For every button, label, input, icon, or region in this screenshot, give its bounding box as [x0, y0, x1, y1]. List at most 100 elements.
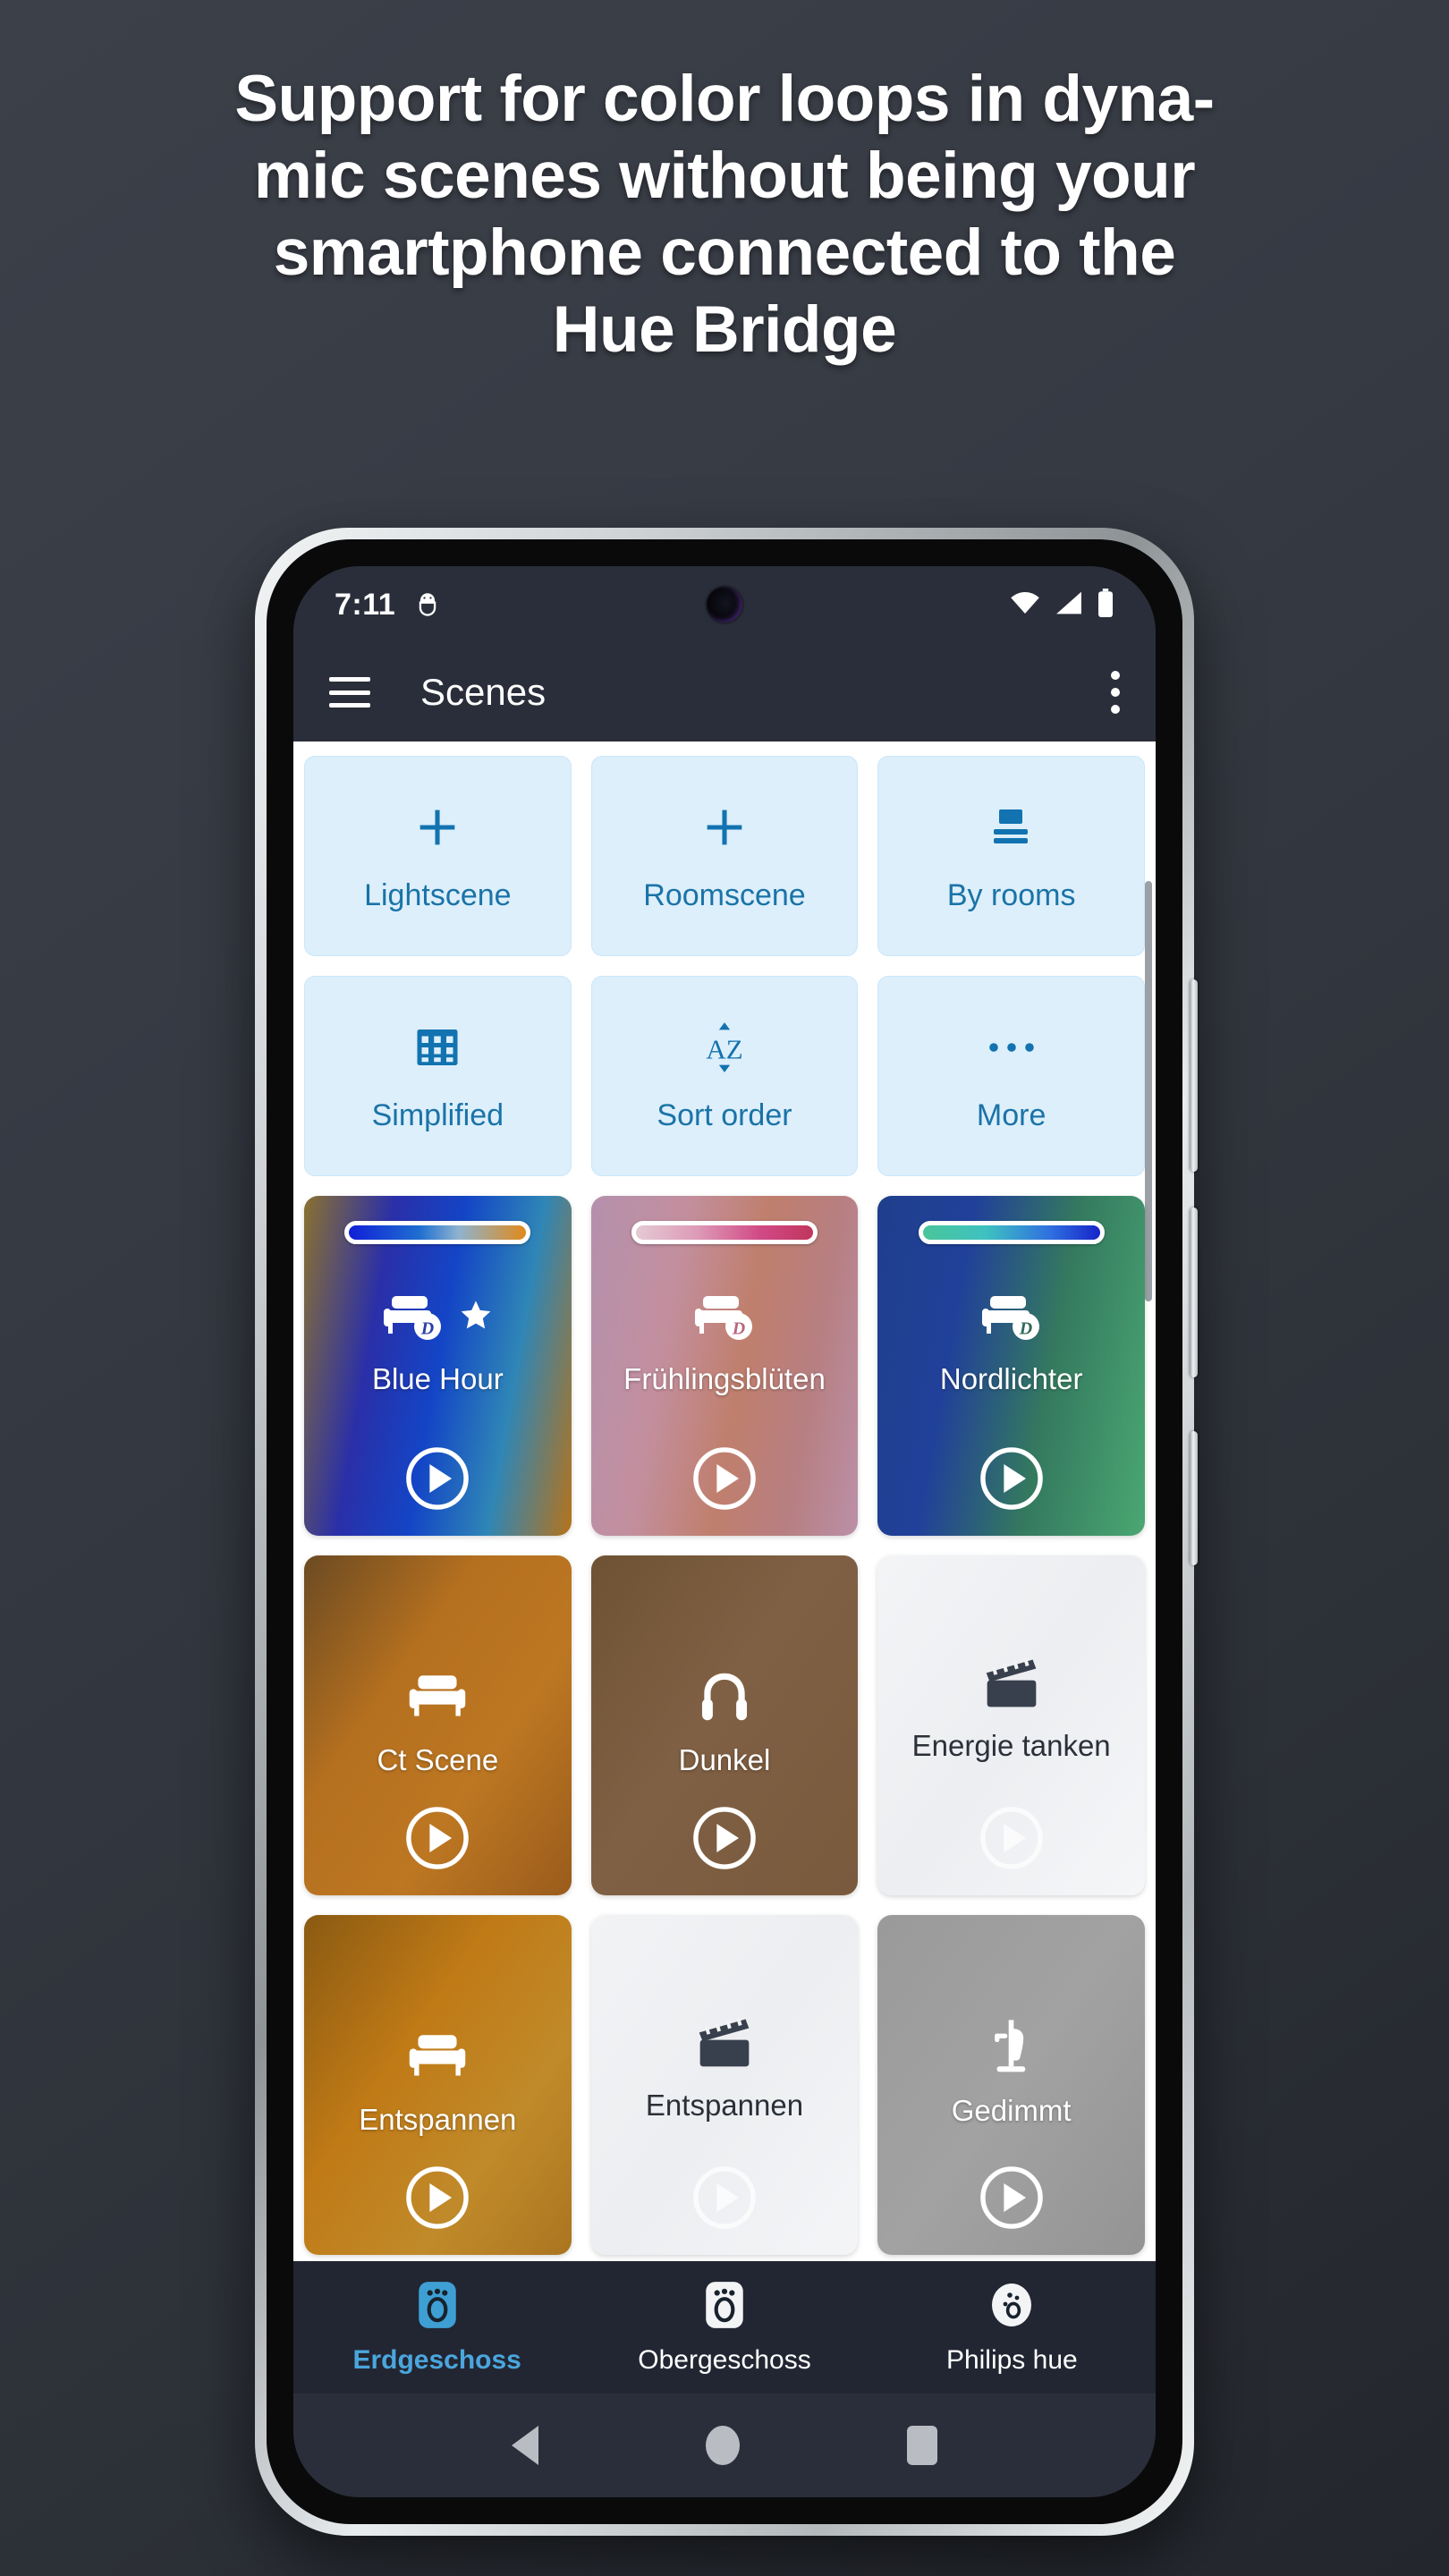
scene-icon-row	[986, 2017, 1038, 2081]
star-icon	[458, 1298, 494, 1338]
action-tile-by-rooms[interactable]: By rooms	[877, 756, 1145, 956]
svg-text:D: D	[420, 1318, 434, 1338]
scene-name: Frühlingsblüten	[623, 1362, 826, 1395]
cellular-signal-icon	[1054, 590, 1084, 620]
action-tile-label: Lightscene	[364, 877, 512, 912]
action-tile-lightscene[interactable]: Lightscene	[304, 756, 572, 956]
action-tiles-row-2: Simplified AZ Sort order More	[304, 976, 1145, 1176]
recents-square-icon[interactable]	[907, 2426, 938, 2465]
phone-bezel: 7:11 Scenes Lightscene Roomscene By room…	[267, 539, 1182, 2524]
scene-name: Dunkel	[678, 1743, 771, 1776]
scene-name: Nordlichter	[939, 1362, 1083, 1395]
more-dots-icon	[985, 1020, 1038, 1075]
nav-item-label: Philips hue	[945, 2344, 1078, 2375]
scene-name: Entspannen	[645, 2089, 804, 2122]
scene-row-3: Entspannen Entspannen Gedimmt	[304, 1915, 1145, 2255]
play-icon[interactable]	[691, 1445, 758, 1516]
coat-rack-icon	[986, 2018, 1038, 2081]
clapperboard-icon	[695, 2014, 754, 2074]
svg-text:D: D	[732, 1318, 745, 1338]
app-bar-title: Scenes	[420, 671, 547, 713]
power-button[interactable]	[1190, 1431, 1198, 1565]
nav-item-label: Erdgeschoss	[352, 2344, 521, 2375]
scene-color-bar	[918, 1221, 1105, 1244]
status-bar-left: 7:11	[335, 588, 440, 623]
scene-row-1: D Blue Hour D Frühlingsblüten D Nordlich…	[304, 1196, 1145, 1536]
action-tile-sort-order[interactable]: AZ Sort order	[590, 976, 859, 1176]
action-tile-more[interactable]: More	[877, 976, 1145, 1176]
play-icon[interactable]	[404, 2165, 470, 2235]
action-tile-label: More	[976, 1097, 1046, 1132]
play-icon[interactable]	[404, 1445, 470, 1516]
scene-name: Entspannen	[359, 2103, 517, 2136]
scene-icon-row	[405, 1666, 470, 1731]
scene-row-2: Ct Scene Dunkel Energie tanken	[304, 1555, 1145, 1895]
android-debug-icon	[415, 591, 440, 618]
action-tile-label: Simplified	[371, 1097, 504, 1132]
android-navigation-bar	[293, 2394, 1156, 2497]
sofa-dynamic-icon: D	[979, 1291, 1044, 1345]
phone-screen: 7:11 Scenes Lightscene Roomscene By room…	[293, 566, 1156, 2497]
nav-item-label: Obergeschoss	[638, 2344, 811, 2375]
grid-simplified-icon	[415, 1020, 460, 1075]
play-icon[interactable]	[979, 1445, 1045, 1516]
hue-bridge-icon	[988, 2280, 1035, 2334]
scene-icon-row: D	[692, 1285, 757, 1350]
scene-icon-row	[405, 2026, 470, 2090]
hamburger-menu-icon[interactable]	[329, 677, 370, 708]
scene-icon-row: D	[979, 1285, 1044, 1350]
scene-icon-row	[695, 2012, 754, 2076]
headline-line-1: Support for color loops in dyna-	[234, 63, 1215, 135]
phone-mockup: 7:11 Scenes Lightscene Roomscene By room…	[255, 528, 1198, 2536]
play-icon[interactable]	[691, 1805, 758, 1876]
back-triangle-icon[interactable]	[511, 2426, 538, 2465]
bottom-navigation: Erdgeschoss Obergeschoss Philips hue	[293, 2261, 1156, 2394]
nav-item-philips-hue[interactable]: Philips hue	[869, 2280, 1156, 2376]
action-tile-roomscene[interactable]: Roomscene	[590, 756, 859, 956]
play-icon[interactable]	[404, 1805, 470, 1876]
nav-item-erdgeschoss[interactable]: Erdgeschoss	[293, 2280, 580, 2376]
scene-card-blue-hour[interactable]: D Blue Hour	[304, 1196, 572, 1536]
content-scrollbar[interactable]	[1145, 881, 1152, 1301]
plus-icon	[411, 800, 463, 855]
scene-name: Gedimmt	[951, 2094, 1072, 2127]
scene-icon-row	[697, 1666, 752, 1731]
headphones-icon	[697, 1669, 752, 1729]
sofa-dynamic-icon: D	[381, 1291, 445, 1345]
status-time: 7:11	[335, 587, 396, 622]
volume-down-button[interactable]	[1190, 1208, 1198, 1377]
nav-item-obergeschoss[interactable]: Obergeschoss	[580, 2280, 868, 2376]
scene-icon-row: D	[381, 1285, 494, 1350]
scene-color-bar	[631, 1221, 818, 1244]
action-tile-simplified[interactable]: Simplified	[304, 976, 572, 1176]
volume-up-button[interactable]	[1190, 979, 1198, 1172]
scene-name: Ct Scene	[377, 1743, 499, 1776]
home-circle-icon[interactable]	[705, 2426, 740, 2465]
scene-card-nordlichter[interactable]: D Nordlichter	[877, 1196, 1145, 1536]
scene-card-dunkel[interactable]: Dunkel	[590, 1555, 859, 1895]
scene-card-fruehlingsblueten[interactable]: D Frühlingsblüten	[590, 1196, 859, 1536]
overflow-menu-icon[interactable]	[1111, 671, 1120, 714]
action-tile-label: Sort order	[657, 1097, 792, 1132]
status-bar: 7:11	[293, 566, 1156, 643]
app-bar: Scenes	[293, 643, 1156, 741]
floor-tile-icon	[704, 2280, 745, 2334]
scene-card-ct-scene[interactable]: Ct Scene	[304, 1555, 572, 1895]
scene-card-entspannen-sofa[interactable]: Entspannen	[304, 1915, 572, 2255]
play-icon[interactable]	[979, 2165, 1045, 2235]
scene-card-entspannen-movie[interactable]: Entspannen	[590, 1915, 859, 2255]
scene-card-gedimmt[interactable]: Gedimmt	[877, 1915, 1145, 2255]
svg-text:D: D	[1018, 1318, 1031, 1338]
battery-icon	[1097, 588, 1114, 622]
scene-name: Blue Hour	[371, 1362, 504, 1395]
play-icon[interactable]	[979, 1805, 1045, 1876]
floor-tile-icon	[417, 2280, 458, 2334]
scene-color-bar	[344, 1221, 531, 1244]
camera-punch-hole	[707, 587, 742, 623]
scene-card-energie-tanken[interactable]: Energie tanken	[877, 1555, 1145, 1895]
list-by-rooms-icon	[988, 800, 1035, 855]
sort-az-icon: AZ	[697, 1020, 752, 1075]
status-bar-right	[1009, 588, 1114, 622]
clapperboard-icon	[982, 1655, 1041, 1715]
play-icon[interactable]	[691, 2165, 758, 2235]
